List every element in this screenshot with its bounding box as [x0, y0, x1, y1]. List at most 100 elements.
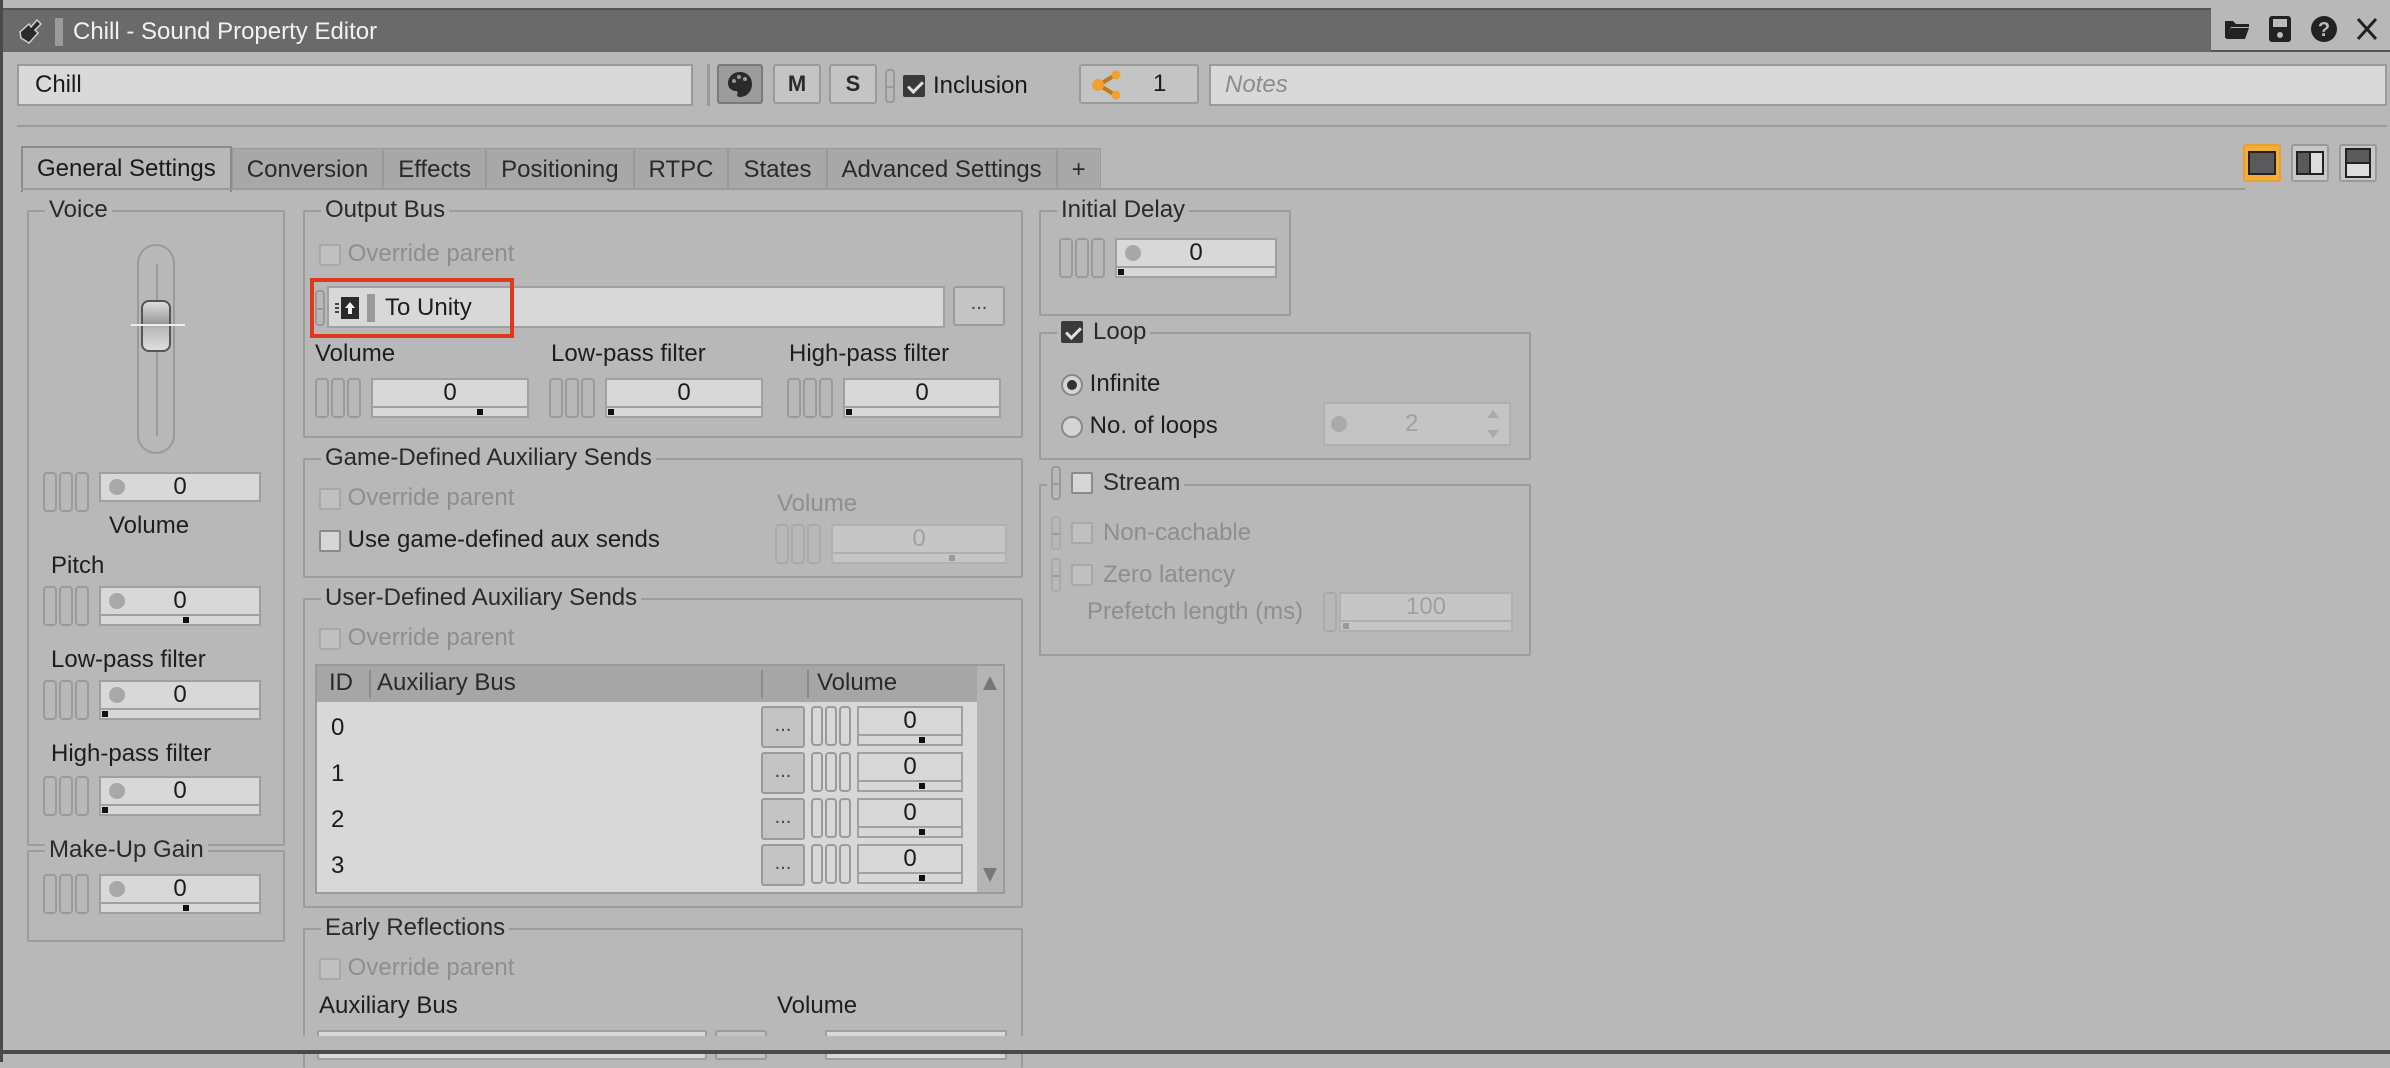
output-lowpass-slider[interactable]	[605, 408, 763, 418]
link-handle[interactable]	[1051, 466, 1061, 500]
output-volume-value[interactable]: 0	[371, 378, 529, 408]
layout-split-vertical-button[interactable]	[2291, 144, 2329, 182]
aux-volume-value[interactable]: 0	[857, 798, 963, 828]
aux-volume-value[interactable]: 0	[857, 844, 963, 874]
stream-toggle[interactable]: Stream	[1047, 466, 1185, 500]
output-highpass-input[interactable]: 0	[787, 378, 1001, 418]
aux-volume-value[interactable]: 0	[857, 752, 963, 782]
count-radio[interactable]	[1061, 415, 1083, 438]
voice-highpass-slider[interactable]	[99, 806, 261, 816]
aux-bus-browse-button[interactable]: ...	[761, 798, 805, 840]
tab-advanced-settings[interactable]: Advanced Settings	[826, 148, 1057, 190]
tab-add[interactable]: +	[1056, 148, 1101, 190]
override-checkbox[interactable]	[319, 627, 341, 650]
inclusion-toggle[interactable]: Inclusion	[885, 68, 1028, 104]
table-row[interactable]: 1 ... 0	[317, 750, 979, 796]
rtpc-handles[interactable]	[811, 844, 863, 884]
rtpc-handles[interactable]	[549, 378, 601, 418]
scroll-down-icon[interactable]	[983, 868, 997, 882]
rtpc-handles[interactable]	[43, 874, 95, 914]
rtpc-handles[interactable]	[811, 752, 863, 792]
pitch-input[interactable]: 0	[43, 586, 261, 626]
tab-general-settings[interactable]: General Settings	[21, 146, 232, 192]
voice-volume-input[interactable]: 0	[43, 472, 261, 512]
stream-checkbox[interactable]	[1071, 472, 1093, 494]
initial-delay-input[interactable]: 0	[1059, 238, 1277, 278]
rtpc-handles[interactable]	[315, 378, 367, 418]
aux-bus-browse-button[interactable]: ...	[761, 752, 805, 794]
infinite-radio[interactable]	[1061, 373, 1083, 396]
table-row[interactable]: 2 ... 0	[317, 796, 979, 842]
mute-button[interactable]: M	[773, 64, 821, 104]
save-icon[interactable]	[2263, 12, 2297, 46]
aux-volume-value[interactable]: 0	[857, 706, 963, 736]
aux-volume-input[interactable]: 0	[811, 798, 963, 838]
layout-single-button[interactable]	[2243, 144, 2281, 182]
loop-toggle[interactable]: Loop	[1057, 318, 1151, 346]
output-highpass-slider[interactable]	[843, 408, 1001, 418]
layout-split-horizontal-button[interactable]	[2339, 144, 2377, 182]
rtpc-handles[interactable]	[811, 798, 863, 838]
scroll-up-icon[interactable]	[983, 676, 997, 690]
tab-positioning[interactable]: Positioning	[486, 148, 634, 190]
col-volume[interactable]: Volume	[817, 666, 897, 700]
loop-infinite-option[interactable]: Infinite	[1061, 370, 1160, 398]
aux-volume-slider[interactable]	[857, 828, 963, 838]
title-grip[interactable]	[55, 18, 63, 46]
makeup-gain-input[interactable]: 0	[43, 874, 261, 914]
close-icon[interactable]	[2350, 12, 2384, 46]
early-reflections-override[interactable]: Override parent	[319, 954, 514, 982]
help-icon[interactable]: ?	[2307, 12, 2341, 46]
volume-fader[interactable]	[131, 244, 185, 454]
voice-highpass-input[interactable]: 0	[43, 776, 261, 816]
use-game-aux-checkbox[interactable]	[319, 529, 341, 552]
tab-states[interactable]: States	[728, 148, 827, 190]
aux-volume-input[interactable]: 0	[811, 844, 963, 884]
table-row[interactable]: 0 ... 0	[317, 704, 979, 750]
link-handle[interactable]	[885, 69, 895, 103]
override-checkbox[interactable]	[319, 243, 341, 266]
rtpc-handles[interactable]	[811, 706, 863, 746]
pitch-slider[interactable]	[99, 616, 261, 626]
rtpc-handles[interactable]	[43, 472, 95, 512]
aux-volume-input[interactable]: 0	[811, 752, 963, 792]
references-button[interactable]: 1	[1079, 64, 1199, 104]
volume-fader-thumb[interactable]	[141, 300, 171, 352]
voice-lowpass-input[interactable]: 0	[43, 680, 261, 720]
output-lowpass-value[interactable]: 0	[605, 378, 763, 408]
output-highpass-value[interactable]: 0	[843, 378, 1001, 408]
output-volume-input[interactable]: 0	[315, 378, 529, 418]
inclusion-checkbox[interactable]	[903, 75, 925, 97]
rtpc-handles[interactable]	[43, 586, 95, 626]
output-bus-override[interactable]: Override parent	[319, 240, 514, 268]
aux-volume-slider[interactable]	[857, 736, 963, 746]
aux-volume-input[interactable]: 0	[811, 706, 963, 746]
override-checkbox[interactable]	[319, 487, 341, 510]
initial-delay-slider[interactable]	[1115, 268, 1277, 278]
game-aux-override[interactable]: Override parent	[319, 484, 514, 512]
notes-input[interactable]: Notes	[1209, 64, 2387, 106]
output-volume-slider[interactable]	[371, 408, 529, 418]
col-id[interactable]: ID	[329, 666, 353, 700]
aux-volume-slider[interactable]	[857, 782, 963, 792]
aux-volume-slider[interactable]	[857, 874, 963, 884]
loop-checkbox[interactable]	[1061, 321, 1083, 343]
color-button[interactable]	[717, 64, 763, 104]
tab-conversion[interactable]: Conversion	[231, 148, 384, 190]
table-row[interactable]: 3 ... 0	[317, 842, 979, 888]
aux-table-scrollbar[interactable]	[977, 666, 1003, 892]
rtpc-handles[interactable]	[43, 680, 95, 720]
loop-count-option[interactable]: No. of loops	[1061, 412, 1218, 440]
aux-bus-browse-button[interactable]: ...	[761, 706, 805, 748]
output-lowpass-input[interactable]: 0	[549, 378, 763, 418]
rtpc-handles[interactable]	[1059, 238, 1111, 278]
override-checkbox[interactable]	[319, 957, 341, 980]
output-bus-browse-button[interactable]: ...	[953, 286, 1005, 326]
makeup-gain-slider[interactable]	[99, 904, 261, 914]
aux-bus-browse-button[interactable]: ...	[761, 844, 805, 886]
tab-rtpc[interactable]: RTPC	[633, 148, 729, 190]
use-game-aux-toggle[interactable]: Use game-defined aux sends	[319, 526, 660, 554]
object-name-input[interactable]: Chill	[17, 64, 693, 106]
rtpc-handles[interactable]	[787, 378, 839, 418]
tab-effects[interactable]: Effects	[383, 148, 487, 190]
